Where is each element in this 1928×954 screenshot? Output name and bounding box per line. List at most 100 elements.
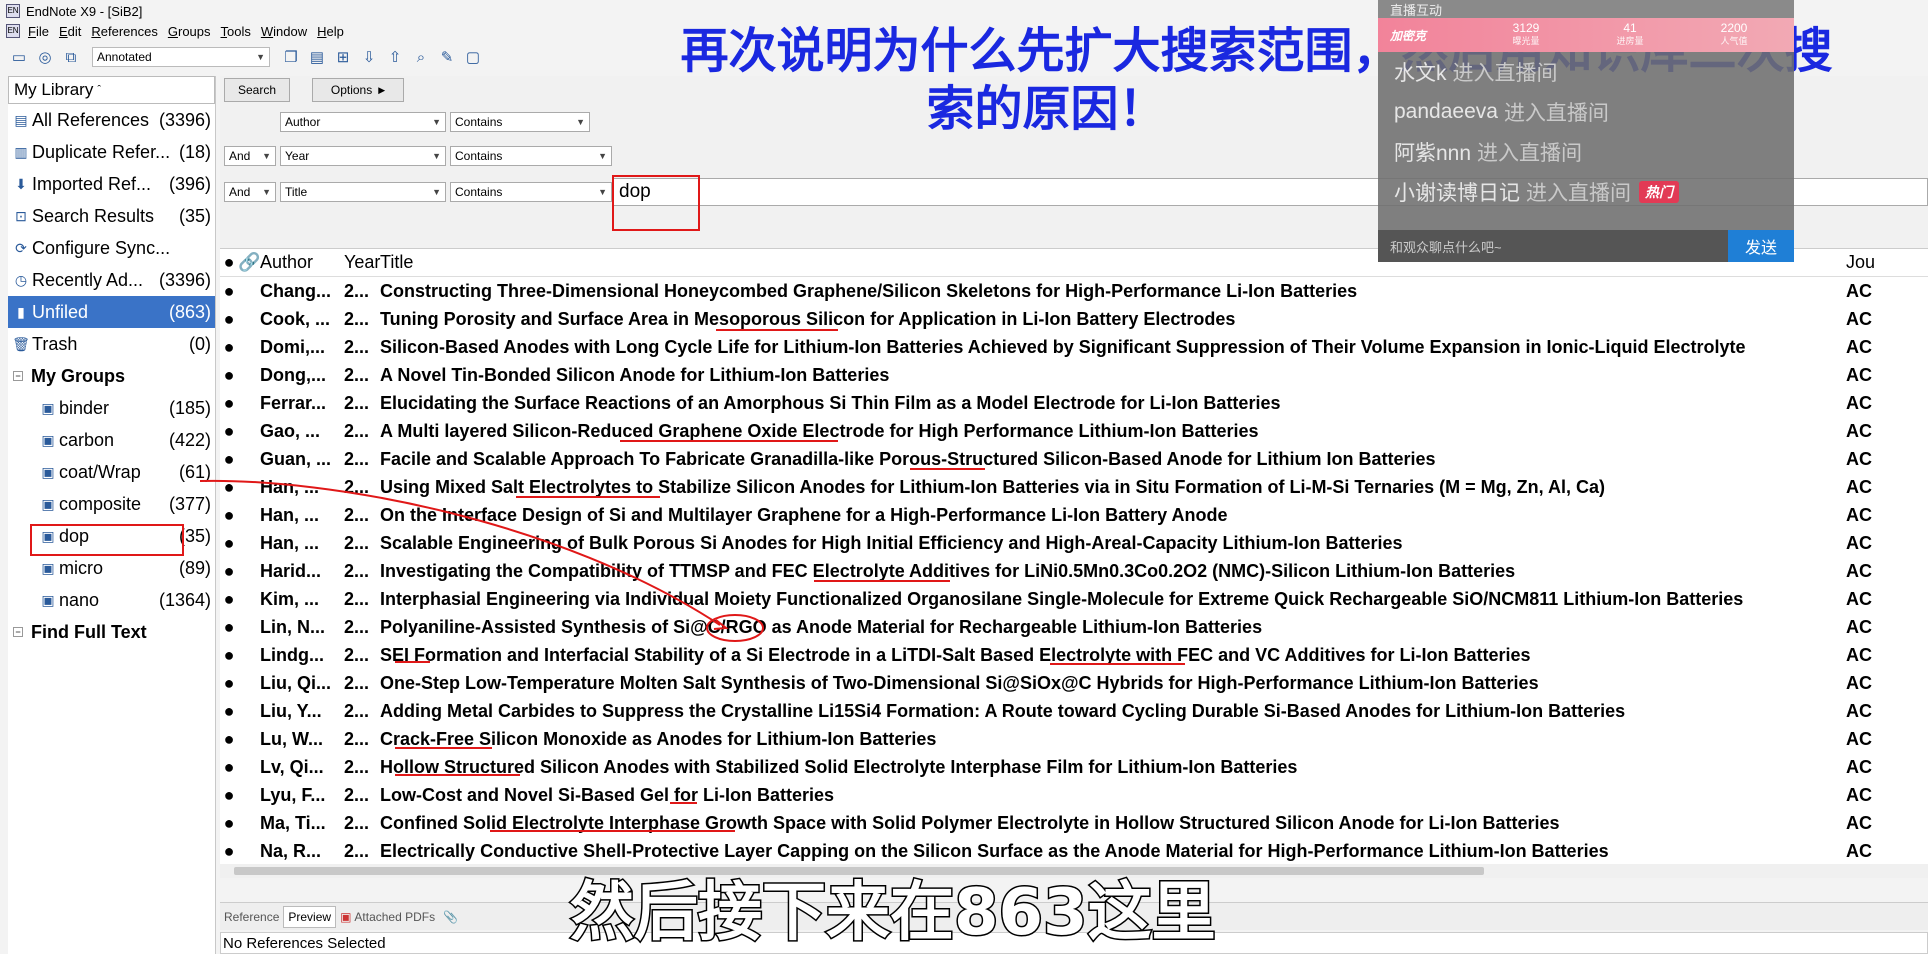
table-row[interactable]: ● Na, R... 2... Electrically Conductive She… — [220, 837, 1928, 865]
menu-tools[interactable]: Tools — [221, 24, 251, 39]
journal-cell: AC — [1846, 364, 1872, 385]
read-status-header-icon[interactable]: ● — [220, 252, 238, 273]
read-status-icon: ● — [223, 504, 235, 525]
group-item-binder[interactable]: ▣ binder (185) — [8, 392, 215, 424]
endnote-logo-icon: EN — [6, 4, 20, 18]
table-row[interactable]: ● Lin, N... 2... Polyaniline-Assisted Synth… — [220, 613, 1928, 641]
sidebar-item-all-references[interactable]: ▤ All References (3396) — [8, 104, 215, 136]
read-status-icon: ● — [223, 448, 235, 469]
table-row[interactable]: ● Lyu, F... 2... Low-Cost and Novel Si-Base… — [220, 781, 1928, 809]
group-item-micro[interactable]: ▣ micro (89) — [8, 552, 215, 584]
collapse-icon[interactable]: − — [13, 371, 23, 381]
read-status-icon: ● — [223, 784, 235, 805]
my-library-header[interactable]: My Library ˆ — [8, 76, 215, 104]
options-button[interactable]: Options ▶ — [312, 78, 404, 102]
table-row[interactable]: ● Han, ... 2... Scalable Engineering of Bul… — [220, 529, 1928, 557]
integrated-library-icon[interactable]: ⧉ — [60, 46, 82, 68]
operator-select-1[interactable]: Contains ▼ — [450, 112, 590, 132]
author-cell: Chang... — [260, 280, 331, 301]
table-row[interactable]: ● Han, ... 2... Using Mixed Salt Electrolyt… — [220, 473, 1928, 501]
live-chat-input[interactable]: 和观众聊点什么吧~ 发送 — [1378, 230, 1794, 262]
sidebar-item-unfiled[interactable]: ▮ Unfiled (863) — [8, 296, 215, 328]
live-panel-title: 直播互动 — [1378, 0, 1794, 18]
title-cell: Tuning Porosity and Surface Area in Meso… — [380, 308, 1236, 329]
find-full-text-header[interactable]: − Find Full Text — [8, 616, 215, 648]
menu-edit[interactable]: Edit — [59, 24, 81, 39]
table-row[interactable]: ● Liu, Y... 2... Adding Metal Carbides to S… — [220, 697, 1928, 725]
group-item-nano[interactable]: ▣ nano (1364) — [8, 584, 215, 616]
output-style-select[interactable]: Annotated ▼ — [92, 47, 270, 67]
table-row[interactable]: ● Ma, Ti... 2... Confined Solid Electrolyte… — [220, 809, 1928, 837]
bool-select-3[interactable]: And ▼ — [224, 182, 276, 202]
tab-attached-pdfs[interactable]: ▣ Attached PDFs — [336, 906, 439, 928]
table-row[interactable]: ● Lv, Qi... 2... Hollow Structured Silicon … — [220, 753, 1928, 781]
author-column-header[interactable]: Author — [258, 252, 338, 273]
sidebar-item-recently-added[interactable]: ◷ Recently Ad... (3396) — [8, 264, 215, 296]
copy-formatted-icon[interactable]: ❐ — [280, 46, 302, 68]
year-column-header[interactable]: Year — [338, 252, 380, 273]
table-row[interactable]: ● Guan, ... 2... Facile and Scalable Approa… — [220, 445, 1928, 473]
read-status-icon: ● — [223, 560, 235, 581]
find-full-text-icon[interactable]: ⊞ — [332, 46, 354, 68]
year-cell: 2... — [344, 784, 370, 805]
tab-reference[interactable]: Reference — [220, 906, 283, 928]
field-select-2[interactable]: Year ▼ — [280, 146, 446, 166]
sidebar-item-imported[interactable]: ⬇ Imported Ref... (396) — [8, 168, 215, 200]
sidebar-item-configure-sync[interactable]: ⟳ Configure Sync... — [8, 232, 215, 264]
collapse-icon[interactable]: − — [13, 627, 23, 637]
open-folder-icon[interactable]: ▢ — [462, 46, 484, 68]
table-row[interactable]: ● Ferrar... 2... Elucidating the Surface Re… — [220, 389, 1928, 417]
menu-window[interactable]: Window — [261, 24, 307, 39]
year-cell: 2... — [344, 672, 370, 693]
group-item-carbon[interactable]: ▣ carbon (422) — [8, 424, 215, 456]
menu-file[interactable]: File — [28, 24, 49, 39]
table-row[interactable]: ● Lu, W... 2... Crack-Free Silicon Monoxide… — [220, 725, 1928, 753]
insert-citation-icon[interactable]: ✎ — [436, 46, 458, 68]
table-row[interactable]: ● Cook, ... 2... Tuning Porosity and Surfac… — [220, 305, 1928, 333]
operator-select-2[interactable]: Contains ▼ — [450, 146, 612, 166]
read-status-icon: ● — [223, 700, 235, 721]
online-search-icon[interactable]: ◎ — [34, 46, 56, 68]
send-button[interactable]: 发送 — [1728, 230, 1794, 262]
menu-help[interactable]: Help — [317, 24, 344, 39]
new-reference-icon[interactable]: ▤ — [306, 46, 328, 68]
sidebar-item-duplicates[interactable]: ▥ Duplicate Refer... (18) — [8, 136, 215, 168]
table-row[interactable]: ● Gao, ... 2... A Multi layered Silicon-Red… — [220, 417, 1928, 445]
table-row[interactable]: ● Harid... 2... Investigating the Compatibi… — [220, 557, 1928, 585]
group-icon: ▣ — [41, 591, 55, 608]
table-row[interactable]: ● Liu, Qi... 2... One-Step Low-Temperature … — [220, 669, 1928, 697]
online-search-icon[interactable]: ⌕ — [410, 46, 432, 68]
journal-cell: AC — [1846, 840, 1872, 861]
year-cell: 2... — [344, 336, 370, 357]
year-cell: 2... — [344, 728, 370, 749]
paperclip-icon[interactable]: 📎 — [439, 906, 462, 928]
field-select-3[interactable]: Title ▼ — [280, 182, 446, 202]
read-status-icon: ● — [223, 728, 235, 749]
group-item-composite[interactable]: ▣ composite (377) — [8, 488, 215, 520]
sidebar-item-trash[interactable]: 🗑 Trash (0) — [8, 328, 215, 360]
field-select-1[interactable]: Author ▼ — [280, 112, 446, 132]
local-library-icon[interactable]: ▭ — [8, 46, 30, 68]
table-row[interactable]: ● Kim, ... 2... Interphasial Engineering vi… — [220, 585, 1928, 613]
menu-references[interactable]: References — [91, 24, 157, 39]
table-row[interactable]: ● Domi,... 2... Silicon-Based Anodes with L… — [220, 333, 1928, 361]
bool-select-2[interactable]: And ▼ — [224, 146, 276, 166]
table-row[interactable]: ● Lindg... 2... SEI Formation and Interfaci… — [220, 641, 1928, 669]
live-brand: 加密克 — [1390, 28, 1427, 43]
journal-cell: AC — [1846, 420, 1872, 441]
tab-preview[interactable]: Preview — [283, 905, 337, 928]
my-groups-header[interactable]: − My Groups — [8, 360, 215, 392]
attachment-header-icon[interactable]: 🔗 — [238, 252, 260, 273]
year-cell: 2... — [344, 840, 370, 861]
journal-column-header[interactable]: Jou — [1836, 252, 1876, 273]
table-row[interactable]: ● Dong,... 2... A Novel Tin-Bonded Silicon … — [220, 361, 1928, 389]
menu-groups[interactable]: Groups — [168, 24, 211, 39]
group-item-coat-wrap[interactable]: ▣ coat/Wrap (61) — [8, 456, 215, 488]
import-icon[interactable]: ⇩ — [358, 46, 380, 68]
table-row[interactable]: ● Han, ... 2... On the Interface Design of … — [220, 501, 1928, 529]
table-row[interactable]: ● Chang... 2... Constructing Three-Dimensio… — [220, 277, 1928, 305]
search-button[interactable]: Search — [224, 78, 290, 102]
sidebar-item-search-results[interactable]: ⊡ Search Results (35) — [8, 200, 215, 232]
operator-select-3[interactable]: Contains ▼ — [450, 182, 612, 202]
export-icon[interactable]: ⇧ — [384, 46, 406, 68]
